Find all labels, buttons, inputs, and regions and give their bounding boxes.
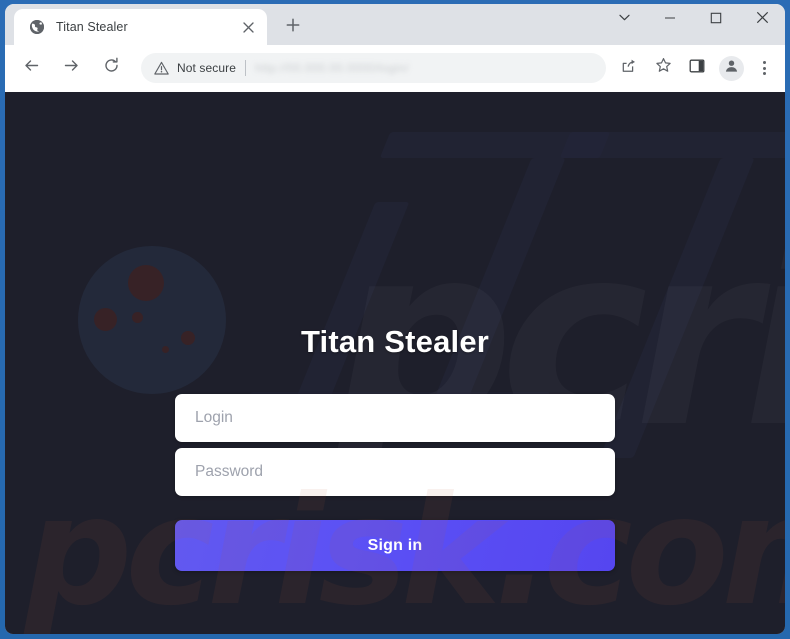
side-panel-button[interactable] xyxy=(683,54,711,82)
password-input[interactable] xyxy=(195,463,595,481)
three-dots-vertical-icon xyxy=(762,61,766,64)
chevron-down-icon xyxy=(618,11,631,29)
login-input[interactable] xyxy=(195,409,595,427)
security-status-label: Not secure xyxy=(177,61,237,75)
tab-search-button[interactable] xyxy=(601,4,647,36)
browser-window-inner: Titan Stealer Not secure http://00.000.0… xyxy=(5,4,785,634)
reload-button[interactable] xyxy=(96,53,126,83)
login-card: Titan Stealer Sign in xyxy=(175,324,615,571)
forward-button[interactable] xyxy=(56,53,86,83)
reload-icon xyxy=(103,57,120,79)
login-field-wrapper[interactable] xyxy=(175,394,615,442)
browser-menu-button[interactable] xyxy=(751,54,777,82)
menu-dot xyxy=(762,72,766,75)
back-button[interactable] xyxy=(16,53,46,83)
close-window-button[interactable] xyxy=(739,4,785,36)
browser-toolbar: Not secure http://00.000.00.0000/login/ xyxy=(5,45,785,92)
window-controls xyxy=(601,4,785,45)
maximize-button[interactable] xyxy=(693,4,739,36)
bookmark-button[interactable] xyxy=(649,54,677,82)
minimize-button[interactable] xyxy=(647,4,693,36)
password-field-wrapper[interactable] xyxy=(175,448,615,496)
page-viewport: Titan Stealer Sign in pcrisk.com pcrisk.… xyxy=(5,92,785,634)
page-title: Titan Stealer xyxy=(300,324,490,359)
sign-in-button[interactable]: Sign in xyxy=(175,520,615,571)
arrow-right-icon xyxy=(63,57,80,79)
tab-title: Titan Stealer xyxy=(56,20,128,34)
menu-dot xyxy=(762,66,766,70)
plus-icon xyxy=(286,18,300,37)
minimize-icon xyxy=(664,11,676,29)
browser-tab[interactable]: Titan Stealer xyxy=(14,9,267,45)
warning-triangle-icon xyxy=(153,61,170,76)
browser-window: Titan Stealer Not secure http://00.000.0… xyxy=(0,0,790,639)
new-tab-button[interactable] xyxy=(279,13,307,41)
tab-strip: Titan Stealer xyxy=(5,4,785,45)
star-icon xyxy=(655,57,672,79)
address-bar[interactable]: Not secure http://00.000.00.0000/login/ xyxy=(141,53,606,83)
close-icon[interactable] xyxy=(237,16,259,38)
share-icon xyxy=(621,58,637,79)
close-icon xyxy=(756,11,769,29)
omnibox-divider xyxy=(245,60,247,76)
arrow-left-icon xyxy=(23,57,40,79)
side-panel-icon xyxy=(689,58,705,79)
url-text: http://00.000.00.0000/login/ xyxy=(255,61,409,75)
profile-button[interactable] xyxy=(719,55,744,81)
share-button[interactable] xyxy=(615,54,643,82)
sign-in-button-label: Sign in xyxy=(367,536,423,554)
maximize-icon xyxy=(710,11,722,29)
person-avatar-icon xyxy=(724,58,739,78)
globe-icon xyxy=(28,19,45,36)
